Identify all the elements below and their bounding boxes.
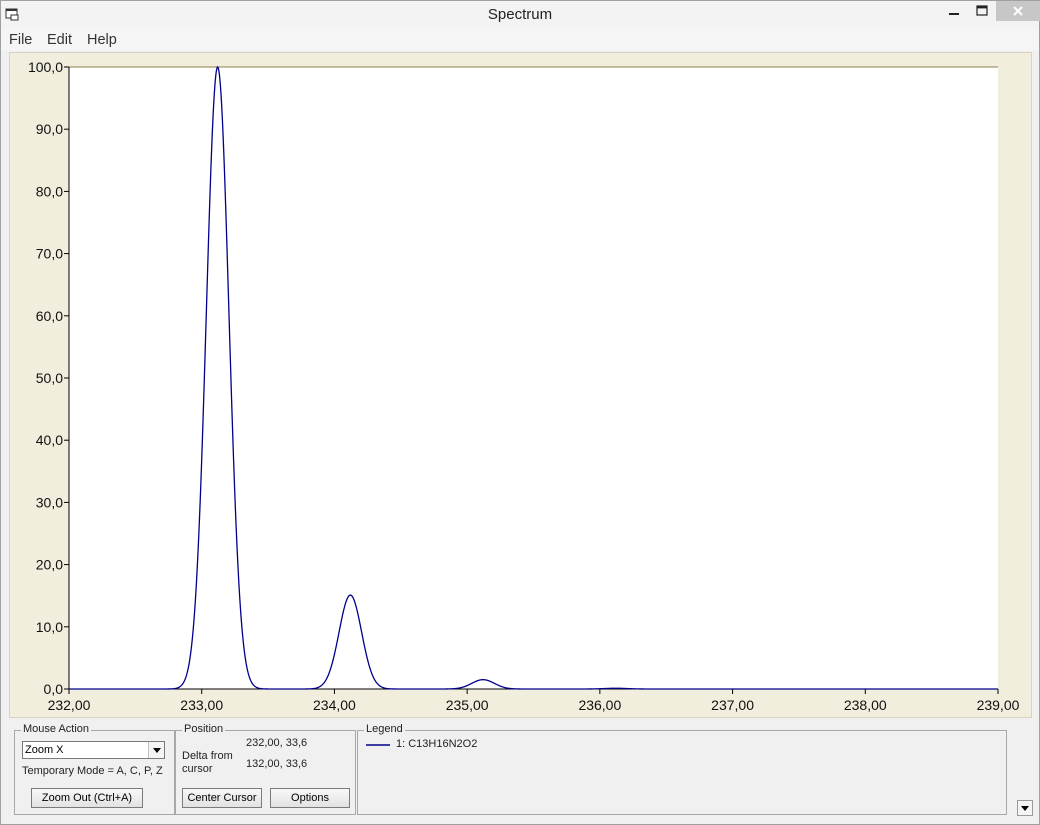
y-tick-label: 30,0 — [36, 494, 63, 510]
x-tick-label: 232,00 — [48, 697, 91, 713]
y-tick-label: 60,0 — [36, 308, 63, 324]
x-tick-label: 236,00 — [578, 697, 621, 713]
maximize-icon — [976, 5, 988, 16]
plot-area[interactable]: 0,0 10,0 20,0 30,0 40,0 50,0 60,0 70,0 80,0 90,0 1… — [9, 52, 1032, 718]
menu-file[interactable]: File — [9, 32, 32, 48]
dropdown-arrow-icon[interactable] — [148, 742, 164, 758]
delta-value: 132,00, 33,6 — [246, 758, 308, 770]
position-value: 232,00, 33,6 — [246, 737, 308, 749]
y-tick-label: 20,0 — [36, 557, 63, 573]
y-tick-label: 40,0 — [36, 432, 63, 448]
minimize-button[interactable] — [939, 1, 969, 21]
mouse-action-group: Mouse Action Zoom X Temporary Mode = A, … — [14, 723, 175, 815]
center-cursor-button[interactable]: Center Cursor — [182, 788, 262, 808]
spectrum-window: Spectrum File Edit Help 0,0 10,0 20,0 30,0 4… — [0, 0, 1040, 825]
plot-background — [69, 67, 998, 689]
delta-from-cursor-label: Delta from cursor — [182, 750, 233, 775]
temporary-mode-label: Temporary Mode = A, C, P, Z — [22, 765, 163, 777]
legend-entry: 1: C13H16N2O2 — [396, 738, 478, 750]
y-tick-label: 50,0 — [36, 370, 63, 386]
menu-help[interactable]: Help — [87, 32, 117, 48]
legend-line-swatch — [366, 744, 390, 746]
y-tick-label: 100,0 — [28, 59, 63, 75]
close-button[interactable] — [996, 1, 1040, 21]
close-icon — [1013, 6, 1023, 16]
x-tick-label: 239,00 — [977, 697, 1020, 713]
mouse-action-title: Mouse Action — [21, 723, 92, 735]
x-tick-label: 238,00 — [844, 697, 887, 713]
title-bar[interactable]: Spectrum — [1, 1, 1040, 29]
y-tick-label: 80,0 — [36, 183, 63, 199]
legend-group: Legend 1: C13H16N2O2 — [357, 723, 1007, 815]
y-tick-label: 0,0 — [44, 681, 64, 697]
mouse-action-select[interactable]: Zoom X — [22, 741, 165, 759]
position-group: Position 232,00, 33,6 Delta from cursor … — [175, 723, 356, 815]
chevron-down-icon — [1021, 805, 1029, 811]
position-title: Position — [182, 723, 226, 735]
options-button[interactable]: Options — [270, 788, 350, 808]
legend-title: Legend — [364, 723, 405, 735]
y-tick-label: 10,0 — [36, 619, 63, 635]
x-tick-label: 235,00 — [446, 697, 489, 713]
maximize-button[interactable] — [967, 1, 997, 21]
spectrum-chart[interactable]: 0,0 10,0 20,0 30,0 40,0 50,0 60,0 70,0 80,0 90,0 1… — [10, 53, 1033, 719]
y-tick-label: 70,0 — [36, 246, 63, 262]
control-panel: Mouse Action Zoom X Temporary Mode = A, … — [9, 720, 1009, 818]
scroll-down-button[interactable] — [1017, 800, 1033, 816]
window-title: Spectrum — [487, 6, 553, 23]
menu-edit[interactable]: Edit — [47, 32, 72, 48]
minimize-icon — [949, 13, 959, 15]
x-tick-label: 237,00 — [711, 697, 754, 713]
menu-bar: File Edit Help — [1, 29, 1039, 51]
x-tick-label: 234,00 — [313, 697, 356, 713]
mouse-action-selected: Zoom X — [25, 744, 64, 756]
y-tick-label: 90,0 — [36, 121, 63, 137]
zoom-out-button[interactable]: Zoom Out (Ctrl+A) — [31, 788, 143, 808]
x-tick-label: 233,00 — [180, 697, 223, 713]
